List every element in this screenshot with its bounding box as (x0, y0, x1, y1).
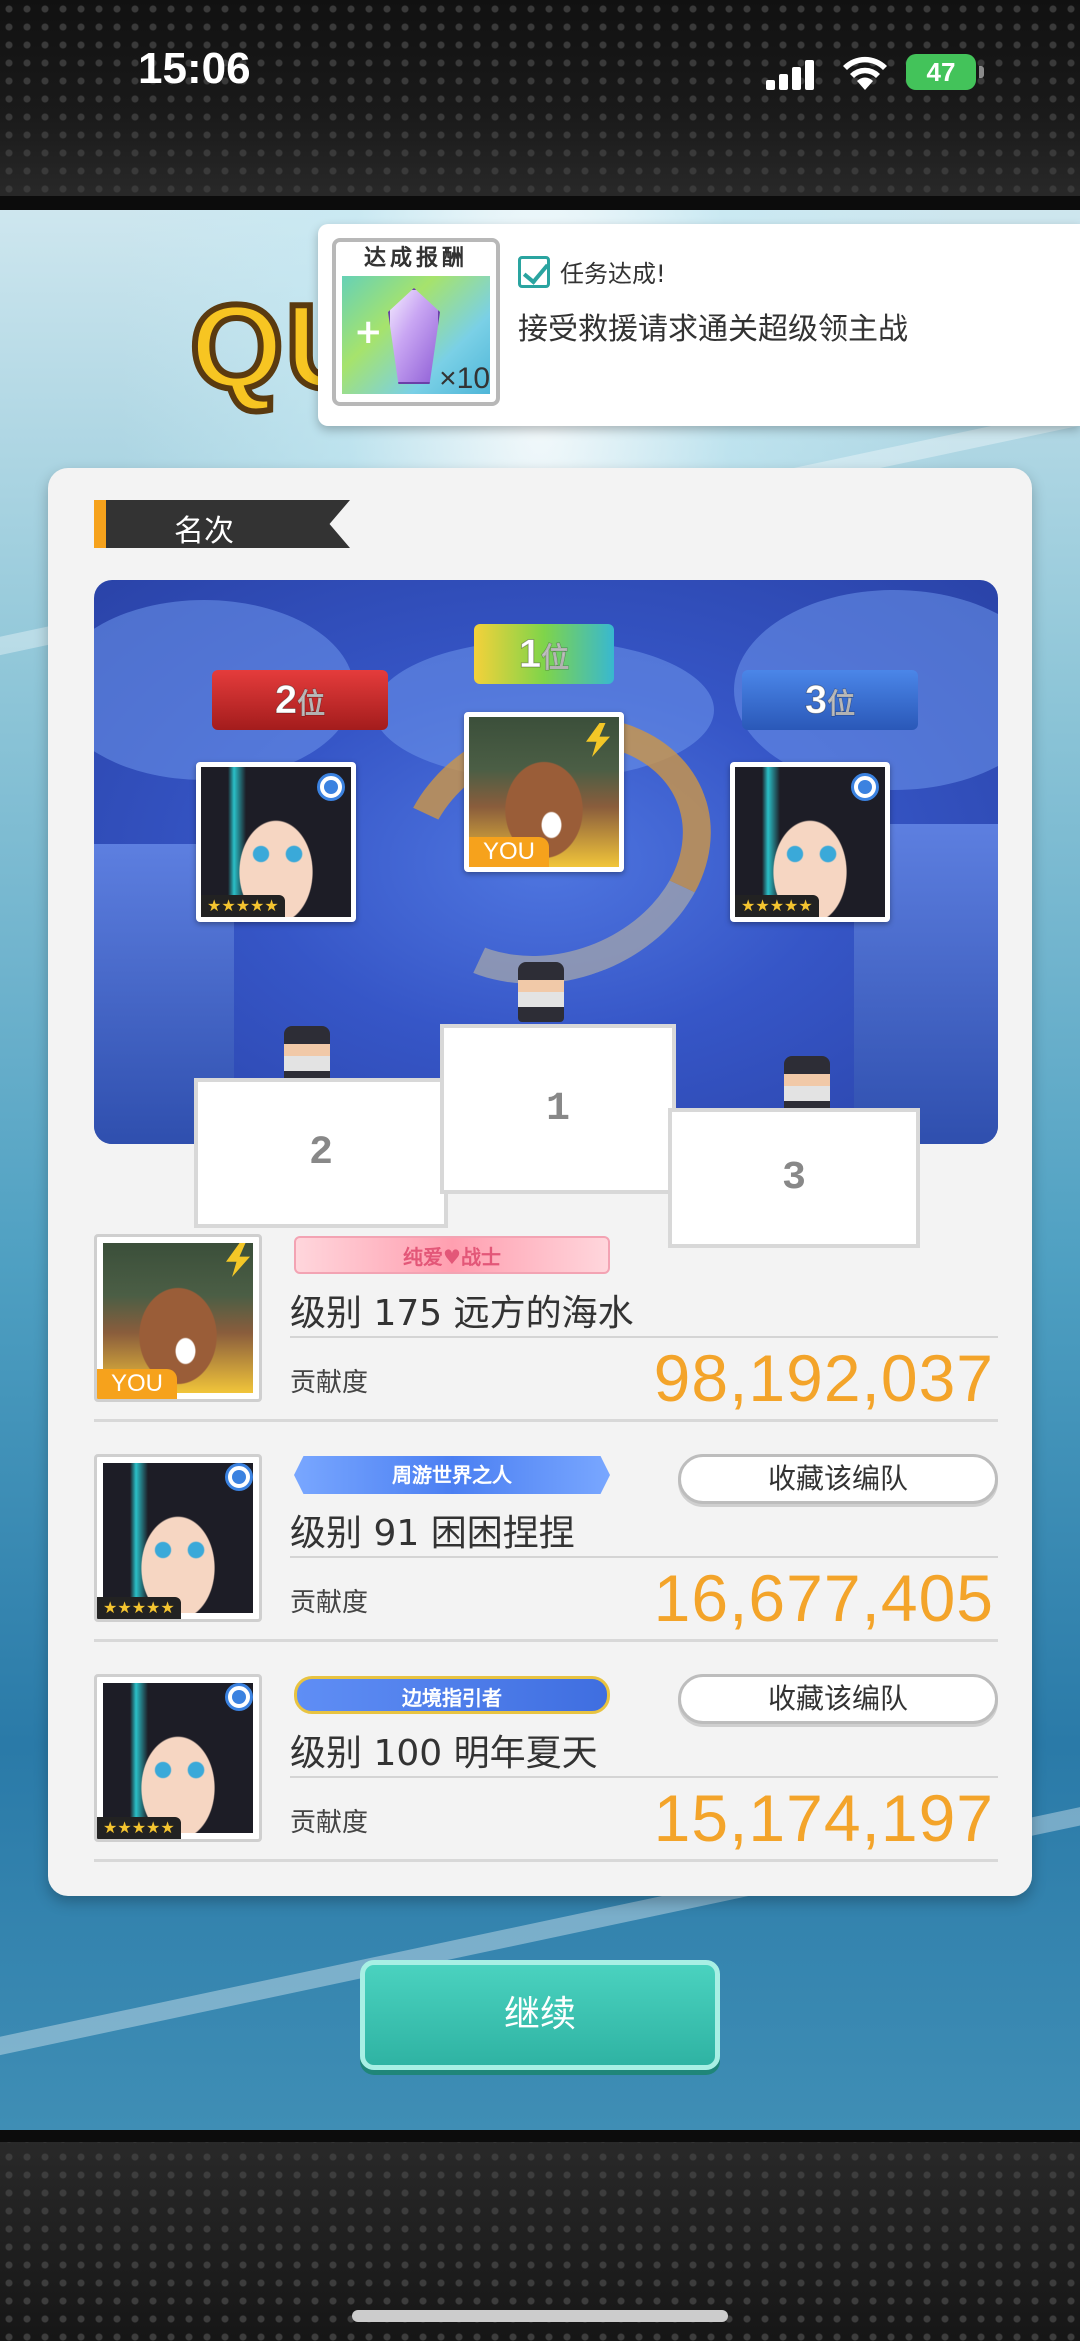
player-name: 级别 91 困困捏捏 (290, 1513, 575, 1554)
podium-block-2: 2 (194, 1078, 448, 1228)
row-divider (290, 1336, 998, 1338)
section-header: 名次 (94, 500, 350, 548)
avatar-rank-3[interactable]: ★★★★★ (730, 762, 890, 922)
badge-icon (317, 773, 345, 801)
save-team-button[interactable]: 收藏该编队 (678, 1454, 998, 1504)
row-avatar[interactable]: ★★★★★ (94, 1454, 262, 1622)
contribution-label: 贡献度 (290, 1808, 369, 1838)
you-tag: YOU (97, 1369, 178, 1399)
home-indicator[interactable] (352, 2310, 728, 2322)
player-name: 级别 175 远方的海水 (290, 1293, 634, 1334)
crystal-icon (388, 288, 440, 384)
continue-button[interactable]: 继续 (360, 1960, 720, 2070)
row-avatar[interactable]: ★★★★★ (94, 1674, 262, 1842)
title-badge: 纯爱♥战士 (294, 1236, 610, 1274)
ranking-row-1: YOU 纯爱♥战士 级别 175 远方的海水 贡献度 98,192,037 (94, 1222, 998, 1422)
battery-indicator: 47 (906, 54, 984, 90)
lightning-bolt-icon (586, 723, 610, 757)
character-sprite-1 (518, 962, 564, 1022)
star-rating: ★★★★★ (97, 1597, 181, 1619)
contribution-score: 16,677,405 (653, 1561, 994, 1635)
cellular-signal-icon (766, 58, 814, 90)
avatar-rank-1[interactable]: YOU (464, 712, 624, 872)
row-avatar[interactable]: YOU (94, 1234, 262, 1402)
title-badge: 周游世界之人 (294, 1456, 610, 1494)
character-sprite-2 (284, 1026, 330, 1086)
star-rating: ★★★★★ (735, 895, 819, 917)
player-name: 级别 100 明年夏天 (290, 1733, 598, 1774)
plus-icon: + (354, 312, 383, 352)
title-badge: 边境指引者 (294, 1676, 610, 1714)
battery-level: 47 (926, 56, 956, 87)
wifi-icon (843, 56, 887, 90)
star-rating: ★★★★★ (201, 895, 285, 917)
rank-ribbon-1: 1位 (474, 624, 614, 684)
star-rating: ★★★★★ (97, 1817, 181, 1839)
save-team-button[interactable]: 收藏该编队 (678, 1674, 998, 1724)
contribution-score: 15,174,197 (653, 1781, 994, 1855)
badge-icon (225, 1463, 253, 1491)
status-time: 15:06 (138, 44, 251, 93)
you-tag: YOU (469, 837, 550, 867)
contribution-label: 贡献度 (290, 1588, 369, 1618)
ranking-row-2: ★★★★★ 周游世界之人 收藏该编队 级别 91 困困捏捏 贡献度 16,677… (94, 1442, 998, 1642)
badge-icon (851, 773, 879, 801)
avatar-rank-2[interactable]: ★★★★★ (196, 762, 356, 922)
status-bar: 15:06 47 (0, 0, 1080, 140)
row-divider (290, 1556, 998, 1558)
rank-ribbon-3: 3位 (742, 670, 918, 730)
results-panel: 名次 2位 ★★★★★ 1位 YOU 3位 ★★★★★ 2 1 3 YOU 纯爱… (48, 468, 1032, 1896)
contribution-score: 98,192,037 (653, 1341, 994, 1415)
ranking-row-3: ★★★★★ 边境指引者 收藏该编队 级别 100 明年夏天 贡献度 15,174… (94, 1662, 998, 1862)
reward-quantity: ×10 (439, 362, 490, 395)
reward-label: 达成报酬 (363, 246, 468, 271)
contribution-label: 贡献度 (290, 1368, 369, 1398)
checkbox-checked-icon (518, 256, 550, 288)
character-sprite-3 (784, 1056, 830, 1116)
badge-icon (225, 1683, 253, 1711)
section-title: 名次 (174, 514, 234, 549)
podium-block-1: 1 (440, 1024, 676, 1194)
row-divider (290, 1776, 998, 1778)
notification-text: 接受救援请求通关超级领主战 (518, 312, 908, 347)
quest-complete-notification[interactable]: 达成报酬 + ×10 任务达成! 接受救援请求通关超级领主战 (318, 224, 1080, 426)
notification-status: 任务达成! (560, 260, 666, 288)
rank-ribbon-2: 2位 (212, 670, 388, 730)
reward-item: 达成报酬 + ×10 (332, 238, 500, 406)
